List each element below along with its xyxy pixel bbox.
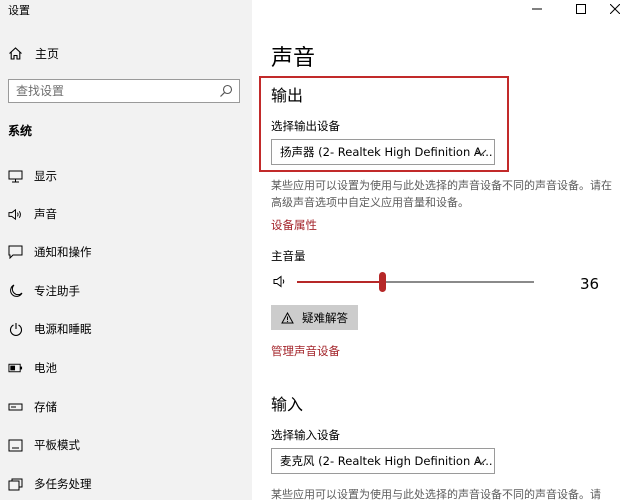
minimize-button[interactable] xyxy=(522,0,552,18)
sidebar-item-display[interactable]: 显示 xyxy=(8,166,248,186)
multitask-icon xyxy=(8,477,23,492)
volume-slider-fill xyxy=(297,281,383,283)
manage-sound-devices-link[interactable]: 管理声音设备 xyxy=(271,343,340,359)
volume-label: 主音量 xyxy=(271,249,306,263)
sidebar-item-label: 通知和操作 xyxy=(34,245,92,259)
storage-icon xyxy=(8,400,23,415)
sidebar-item-label: 平板模式 xyxy=(34,438,80,452)
output-device-label: 选择输出设备 xyxy=(271,119,340,133)
power-icon xyxy=(8,322,23,337)
window-title: 设置 xyxy=(8,4,30,17)
volume-value: 36 xyxy=(580,275,600,293)
volume-slider[interactable] xyxy=(297,272,534,292)
sidebar-item-label: 电池 xyxy=(34,361,57,375)
sidebar-item-sound[interactable]: 声音 xyxy=(8,204,248,224)
volume-slider-thumb[interactable] xyxy=(378,272,386,292)
speaker-icon xyxy=(8,207,23,222)
moon-icon xyxy=(8,284,23,299)
input-device-label: 选择输入设备 xyxy=(271,428,340,442)
sidebar-home-label: 主页 xyxy=(35,47,60,61)
sidebar-item-battery[interactable]: 电池 xyxy=(8,358,248,378)
input-device-value: 麦克风 (2- Realtek High Definition A... xyxy=(280,454,493,468)
sidebar-item-label: 显示 xyxy=(34,169,57,183)
maximize-icon xyxy=(576,4,586,14)
notification-icon xyxy=(8,245,23,260)
monitor-icon xyxy=(8,169,23,184)
maximize-button[interactable] xyxy=(566,0,596,18)
input-device-select[interactable]: 麦克风 (2- Realtek High Definition A... xyxy=(271,448,495,474)
search-box[interactable] xyxy=(8,79,240,103)
troubleshoot-button[interactable]: 疑难解答 xyxy=(271,305,358,330)
device-properties-link[interactable]: 设备属性 xyxy=(271,217,317,233)
home-icon xyxy=(9,47,22,60)
chevron-down-icon xyxy=(475,458,487,465)
input-description: 某些应用可以设置为使用与此处选择的声音设备不同的声音设备。请 xyxy=(271,488,601,500)
warning-icon xyxy=(281,311,294,323)
search-input[interactable] xyxy=(9,80,209,102)
sidebar-item-label: 多任务处理 xyxy=(34,477,92,491)
tablet-icon xyxy=(8,438,23,453)
sidebar-item-notifications[interactable]: 通知和操作 xyxy=(8,242,248,262)
output-device-value: 扬声器 (2- Realtek High Definition A... xyxy=(280,145,493,159)
sidebar-item-label: 电源和睡眠 xyxy=(34,322,92,336)
troubleshoot-label: 疑难解答 xyxy=(302,310,348,325)
battery-icon xyxy=(8,361,23,376)
chevron-down-icon xyxy=(475,149,487,156)
section-label-system: 系统 xyxy=(8,124,33,138)
search-icon[interactable] xyxy=(219,84,233,98)
sidebar: 设置 主页 系统 显示 声音 通知和操作 专注助 xyxy=(0,0,252,500)
minimize-icon xyxy=(532,8,542,10)
output-heading: 输出 xyxy=(271,86,304,105)
sidebar-item-label: 专注助手 xyxy=(34,284,80,298)
speaker-icon[interactable] xyxy=(273,275,289,288)
sidebar-item-focus-assist[interactable]: 专注助手 xyxy=(8,281,248,301)
sidebar-item-storage[interactable]: 存储 xyxy=(8,397,248,417)
close-button[interactable] xyxy=(600,0,630,18)
sidebar-item-label: 声音 xyxy=(34,207,57,221)
page-title: 声音 xyxy=(271,46,316,71)
sidebar-item-tablet-mode[interactable]: 平板模式 xyxy=(8,435,248,455)
sidebar-item-power-sleep[interactable]: 电源和睡眠 xyxy=(8,319,248,339)
sidebar-home[interactable]: 主页 xyxy=(8,45,59,62)
close-icon xyxy=(610,4,620,14)
input-heading: 输入 xyxy=(271,395,304,414)
sidebar-item-label: 存储 xyxy=(34,400,57,414)
sidebar-item-multitasking[interactable]: 多任务处理 xyxy=(8,474,248,494)
output-description: 某些应用可以设置为使用与此处选择的声音设备不同的声音设备。请在高级声音选项中自定… xyxy=(271,179,612,209)
output-device-select[interactable]: 扬声器 (2- Realtek High Definition A... xyxy=(271,139,495,165)
